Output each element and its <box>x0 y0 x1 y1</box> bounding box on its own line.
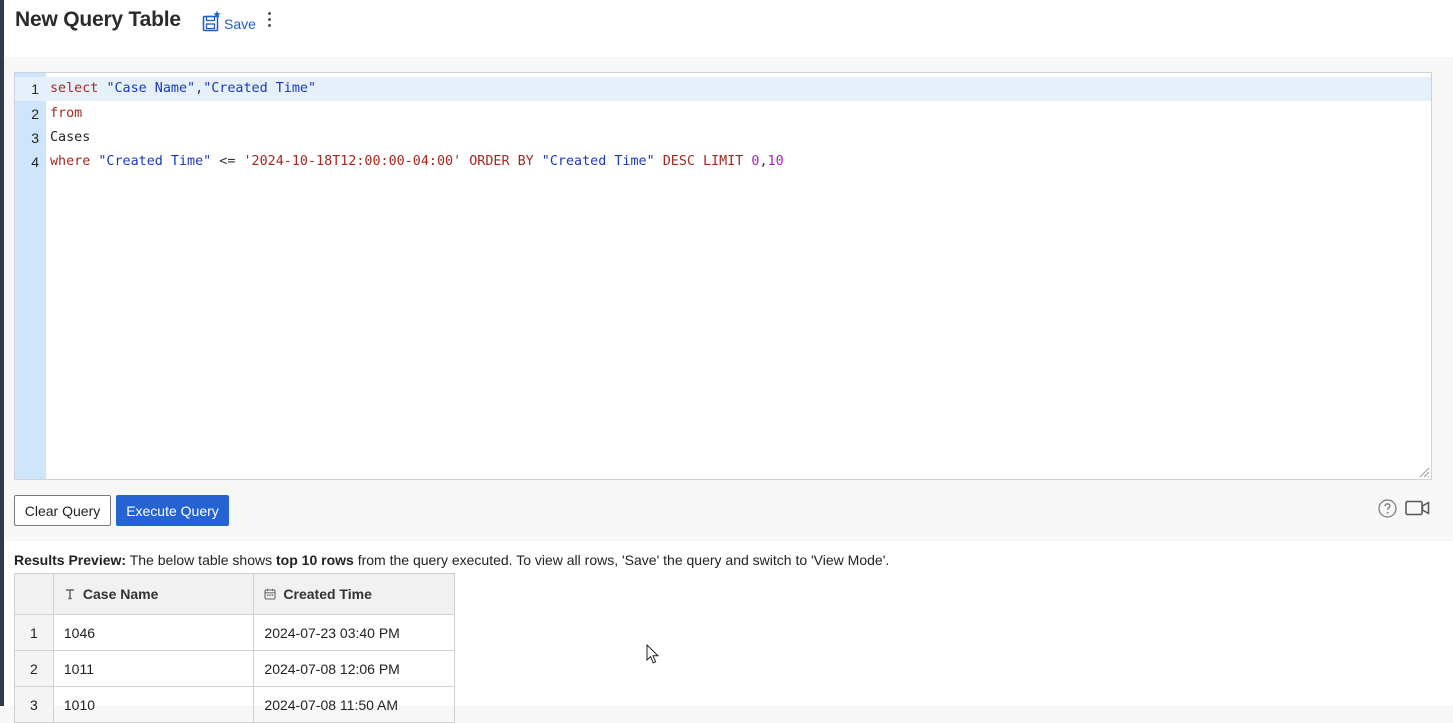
line-code: from <box>50 102 82 126</box>
text-type-icon <box>65 589 74 600</box>
results-preview-label: Results Preview: <box>14 552 127 568</box>
operator-token: <= <box>211 154 244 169</box>
row-index: 3 <box>14 686 54 723</box>
cell-case-name[interactable]: 1010 <box>52 686 255 723</box>
row-index: 2 <box>14 650 54 687</box>
results-note-text: The below table shows <box>126 552 277 568</box>
row-index: 1 <box>14 614 54 651</box>
keyword-token: select <box>50 81 107 96</box>
line-code: where "Created Time" <= '2024-10-18T12:0… <box>50 150 784 174</box>
video-camera-icon[interactable] <box>1405 499 1430 517</box>
column-header-label: Case Name <box>82 586 159 602</box>
string-token: "Created Time" <box>203 81 317 96</box>
table-row[interactable]: 3 1010 2024-07-08 11:50 AM <box>14 686 455 723</box>
line-code: Cases <box>50 126 90 150</box>
keyword-token: ORDER BY <box>461 154 542 169</box>
date-literal-token: '2024-10-18T12:00:00-04:00' <box>243 154 462 169</box>
cell-created-time[interactable]: 2024-07-23 03:40 PM <box>253 614 455 651</box>
column-header-created-time[interactable]: Created Time <box>253 573 455 615</box>
save-icon <box>202 10 221 32</box>
execute-query-button[interactable]: Execute Query <box>116 495 229 526</box>
editor-line-3[interactable]: 3 Cases <box>15 126 1431 150</box>
string-token: "Case Name" <box>106 81 196 96</box>
punctuation-token: , <box>759 154 768 169</box>
string-token: "Created Time" <box>98 154 212 169</box>
line-number: 2 <box>31 106 39 122</box>
table-row[interactable]: 2 1011 2024-07-08 12:06 PM <box>14 650 455 687</box>
header: New Query Table Save <box>4 0 1453 57</box>
editor-line-1[interactable]: 1 select "Case Name","Created Time" <box>15 77 1431 101</box>
line-code: select "Case Name","Created Time" <box>50 77 316 101</box>
keyword-token: DESC LIMIT <box>654 154 752 169</box>
keyword-token: where <box>50 154 99 169</box>
help-icon[interactable] <box>1378 499 1397 518</box>
keyword-token: from <box>50 106 83 121</box>
results-table: Case Name Created Time 1 1046 2024-07-23… <box>14 573 455 723</box>
editor-line-2[interactable]: 2 from <box>15 102 1431 126</box>
more-options-icon[interactable] <box>263 12 275 32</box>
cell-case-name[interactable]: 1046 <box>52 614 255 651</box>
punctuation-token: , <box>195 81 204 96</box>
calendar-icon <box>264 588 276 600</box>
clear-query-button[interactable]: Clear Query <box>14 495 111 526</box>
results-note-bold: top 10 rows <box>276 552 354 568</box>
results-preview-note: Results Preview: The below table shows t… <box>14 552 889 568</box>
mouse-cursor-icon <box>646 644 660 664</box>
line-number: 1 <box>31 81 39 97</box>
results-note-text: from the query executed. To view all row… <box>353 552 890 568</box>
cell-case-name[interactable]: 1011 <box>52 650 255 687</box>
line-number: 3 <box>31 130 39 146</box>
column-header-label: Created Time <box>283 586 372 602</box>
table-row[interactable]: 1 1046 2024-07-23 03:40 PM <box>14 614 455 651</box>
save-label: Save <box>224 16 256 32</box>
number-token: 10 <box>767 154 784 169</box>
save-button[interactable]: Save <box>202 10 256 32</box>
row-index-header <box>14 573 54 615</box>
page-title: New Query Table <box>15 8 181 31</box>
table-header-row: Case Name Created Time <box>14 573 455 615</box>
string-token: "Created Time" <box>541 154 655 169</box>
column-header-case-name[interactable]: Case Name <box>52 573 255 615</box>
editor-line-4[interactable]: 4 where "Created Time" <= '2024-10-18T12… <box>15 150 1431 174</box>
line-number: 4 <box>31 154 39 170</box>
cell-created-time[interactable]: 2024-07-08 11:50 AM <box>253 686 455 723</box>
cell-created-time[interactable]: 2024-07-08 12:06 PM <box>253 650 455 687</box>
resize-handle-icon[interactable] <box>1418 466 1430 478</box>
identifier-token: Cases <box>50 130 91 145</box>
sql-editor[interactable]: 1 select "Case Name","Created Time" 2 fr… <box>14 72 1432 480</box>
